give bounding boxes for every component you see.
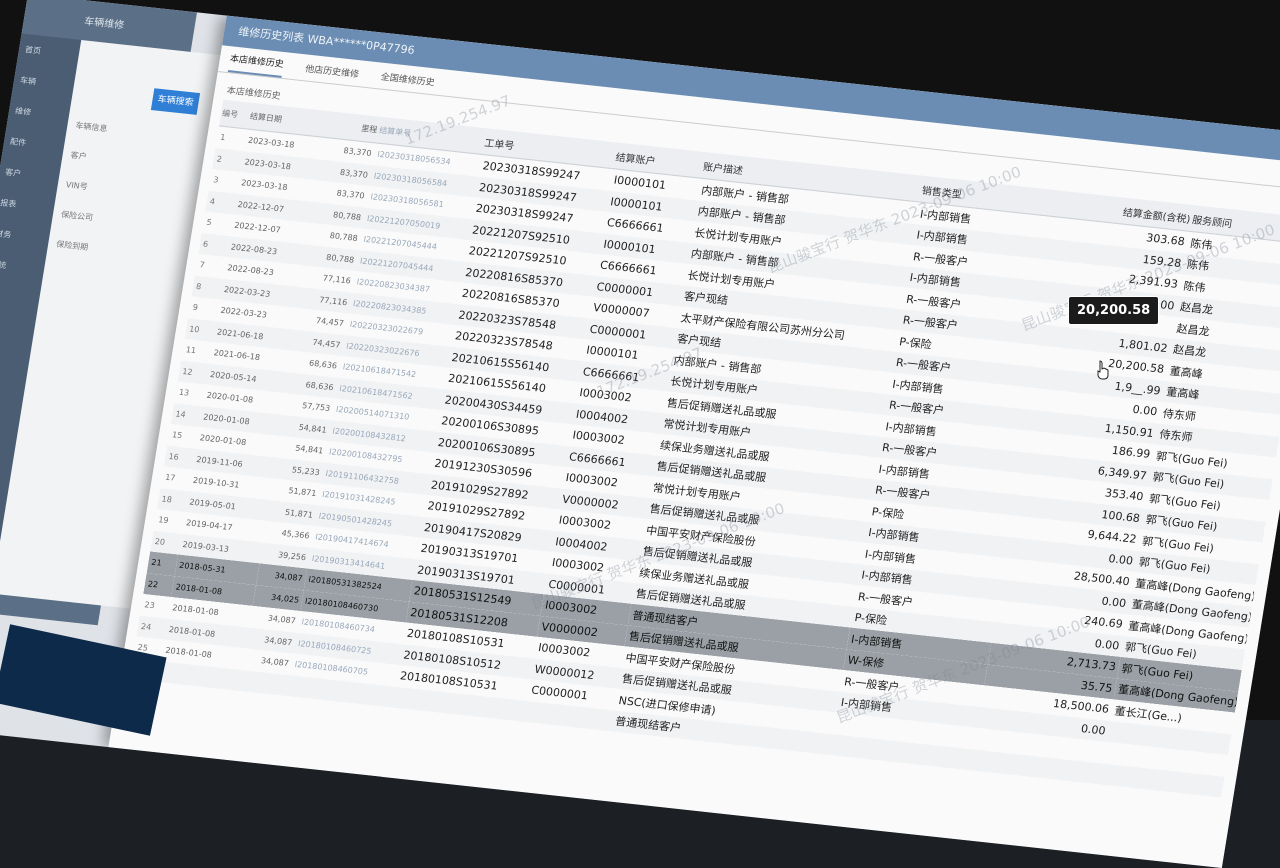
cell-no: 19: [157, 515, 170, 526]
bg-field-label: 保险公司: [60, 209, 94, 223]
cell-no: 8: [191, 275, 223, 300]
col-header-no[interactable]: 编号: [219, 99, 252, 129]
cell-no: 16: [163, 445, 196, 470]
cell-no: 18: [157, 487, 189, 512]
cell-no: 10: [184, 317, 216, 342]
bg-field-label: 客户: [69, 150, 88, 162]
bg-sidebar-item[interactable]: 财务: [0, 217, 51, 254]
cell-no: 17: [164, 472, 177, 483]
cell-no: 7: [198, 260, 206, 270]
cell-no: 11: [185, 345, 197, 356]
repair-history-dialog: 维修历史列表 WBA******0P47796 本店维修历史 他店历史维修 全国…: [108, 15, 1280, 868]
cell-no: 20: [150, 530, 182, 555]
cell-no: 14: [170, 402, 203, 427]
vehicle-search-button[interactable]: 车辆搜索: [150, 88, 201, 115]
cell-no: 1: [219, 132, 227, 143]
cell-no: 23: [143, 600, 156, 611]
bg-app-title: 车辆维修: [83, 16, 125, 32]
amount-tooltip: 20,200.58: [1068, 296, 1160, 325]
cell-no: 9: [192, 302, 199, 313]
history-table: 编号 结算日期 里程 结算单号 工单号 结算账户 账户描述 销售类型 结算金额(…: [129, 99, 1280, 798]
cell-no: 4: [205, 190, 237, 215]
cell-no: 15: [171, 430, 183, 441]
cell-mile: [238, 669, 291, 697]
mouse-pointer-icon: [1097, 360, 1109, 380]
cell-no: 6: [198, 232, 230, 257]
screen: 车辆维修 首页 车辆 维修 配件 客户 报表 财务 系统 车辆搜索 车辆信息 客…: [0, 0, 1280, 868]
cell-no: 12: [177, 360, 209, 385]
cell-no: 22: [143, 572, 175, 597]
cell-no: 2: [212, 147, 244, 172]
cell-no: 5: [205, 217, 213, 228]
cell-no: 3: [212, 175, 220, 185]
bg-field-label: 保险到期: [55, 239, 89, 252]
bg-field-label: VIN号: [65, 180, 89, 192]
bg-sidebar-item[interactable]: 系统: [0, 248, 47, 285]
cell-no: 13: [178, 387, 190, 398]
bg-field-label: 车辆信息: [74, 120, 109, 134]
cell-no: 24: [136, 615, 168, 640]
cell-no: 21: [146, 551, 178, 576]
